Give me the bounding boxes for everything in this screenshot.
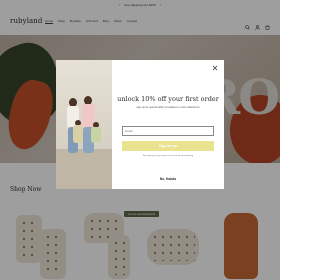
close-icon[interactable] [212,65,218,71]
no-thanks-link[interactable]: No, thanks [112,177,224,181]
email-field[interactable] [122,126,214,136]
legal-text: By signing up, you agree to receive emai… [142,155,194,157]
modal-subtitle: sign up for special offers & updates on … [136,106,200,109]
modal-photo [56,60,112,189]
modal-title: unlock 10% off your first order [117,95,219,103]
modal-body: unlock 10% off your first order sign up … [112,60,224,189]
signup-button[interactable]: Sign me up [122,141,214,151]
newsletter-modal: unlock 10% off your first order sign up … [56,60,224,189]
